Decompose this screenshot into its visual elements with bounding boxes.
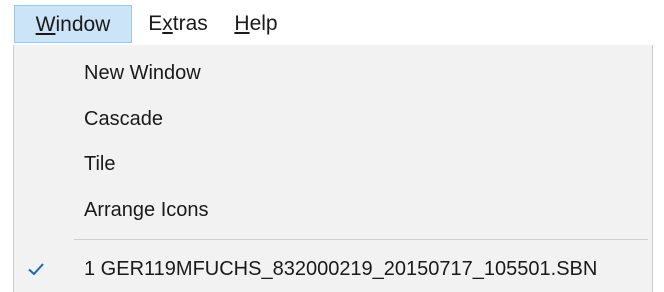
checkmark-icon — [28, 263, 44, 276]
menu-item-tile[interactable]: Tile — [14, 144, 652, 184]
menu-window-label: indow — [55, 13, 111, 36]
menu-item-new-window[interactable]: New Window — [14, 53, 652, 93]
menu-item-arrange-icons-label: Arrange Icons — [84, 199, 209, 221]
menu-item-tile-label: Tile — [84, 153, 116, 175]
menu-item-arrange-icons[interactable]: Arrange Icons — [14, 190, 652, 230]
menu-extras[interactable]: Extras — [142, 5, 214, 43]
menu-extras-label-start: E — [148, 12, 163, 35]
menu-help-mnemonic: H — [234, 12, 250, 35]
menu-bar: Window Extras Help — [0, 0, 664, 46]
menu-window[interactable]: Window — [14, 5, 132, 43]
menu-extras-label: tras — [172, 12, 208, 35]
application-window: Window Extras Help New Window Cascade Ti… — [0, 0, 664, 292]
menu-help[interactable]: Help — [224, 5, 288, 43]
menu-item-new-window-label: New Window — [84, 62, 201, 84]
menu-window-mnemonic: W — [35, 13, 56, 36]
menu-help-label: elp — [249, 12, 278, 35]
menu-item-open-file-label: 1 GER119MFUCHS_832000219_20150717_105501… — [84, 258, 598, 280]
menu-separator — [74, 239, 648, 240]
menu-extras-mnemonic: x — [162, 12, 173, 35]
window-dropdown-menu: New Window Cascade Tile Arrange Icons 1 … — [13, 45, 653, 292]
menu-item-cascade-label: Cascade — [84, 108, 163, 130]
menu-item-cascade[interactable]: Cascade — [14, 99, 652, 139]
menu-item-open-file[interactable]: 1 GER119MFUCHS_832000219_20150717_105501… — [14, 249, 652, 289]
